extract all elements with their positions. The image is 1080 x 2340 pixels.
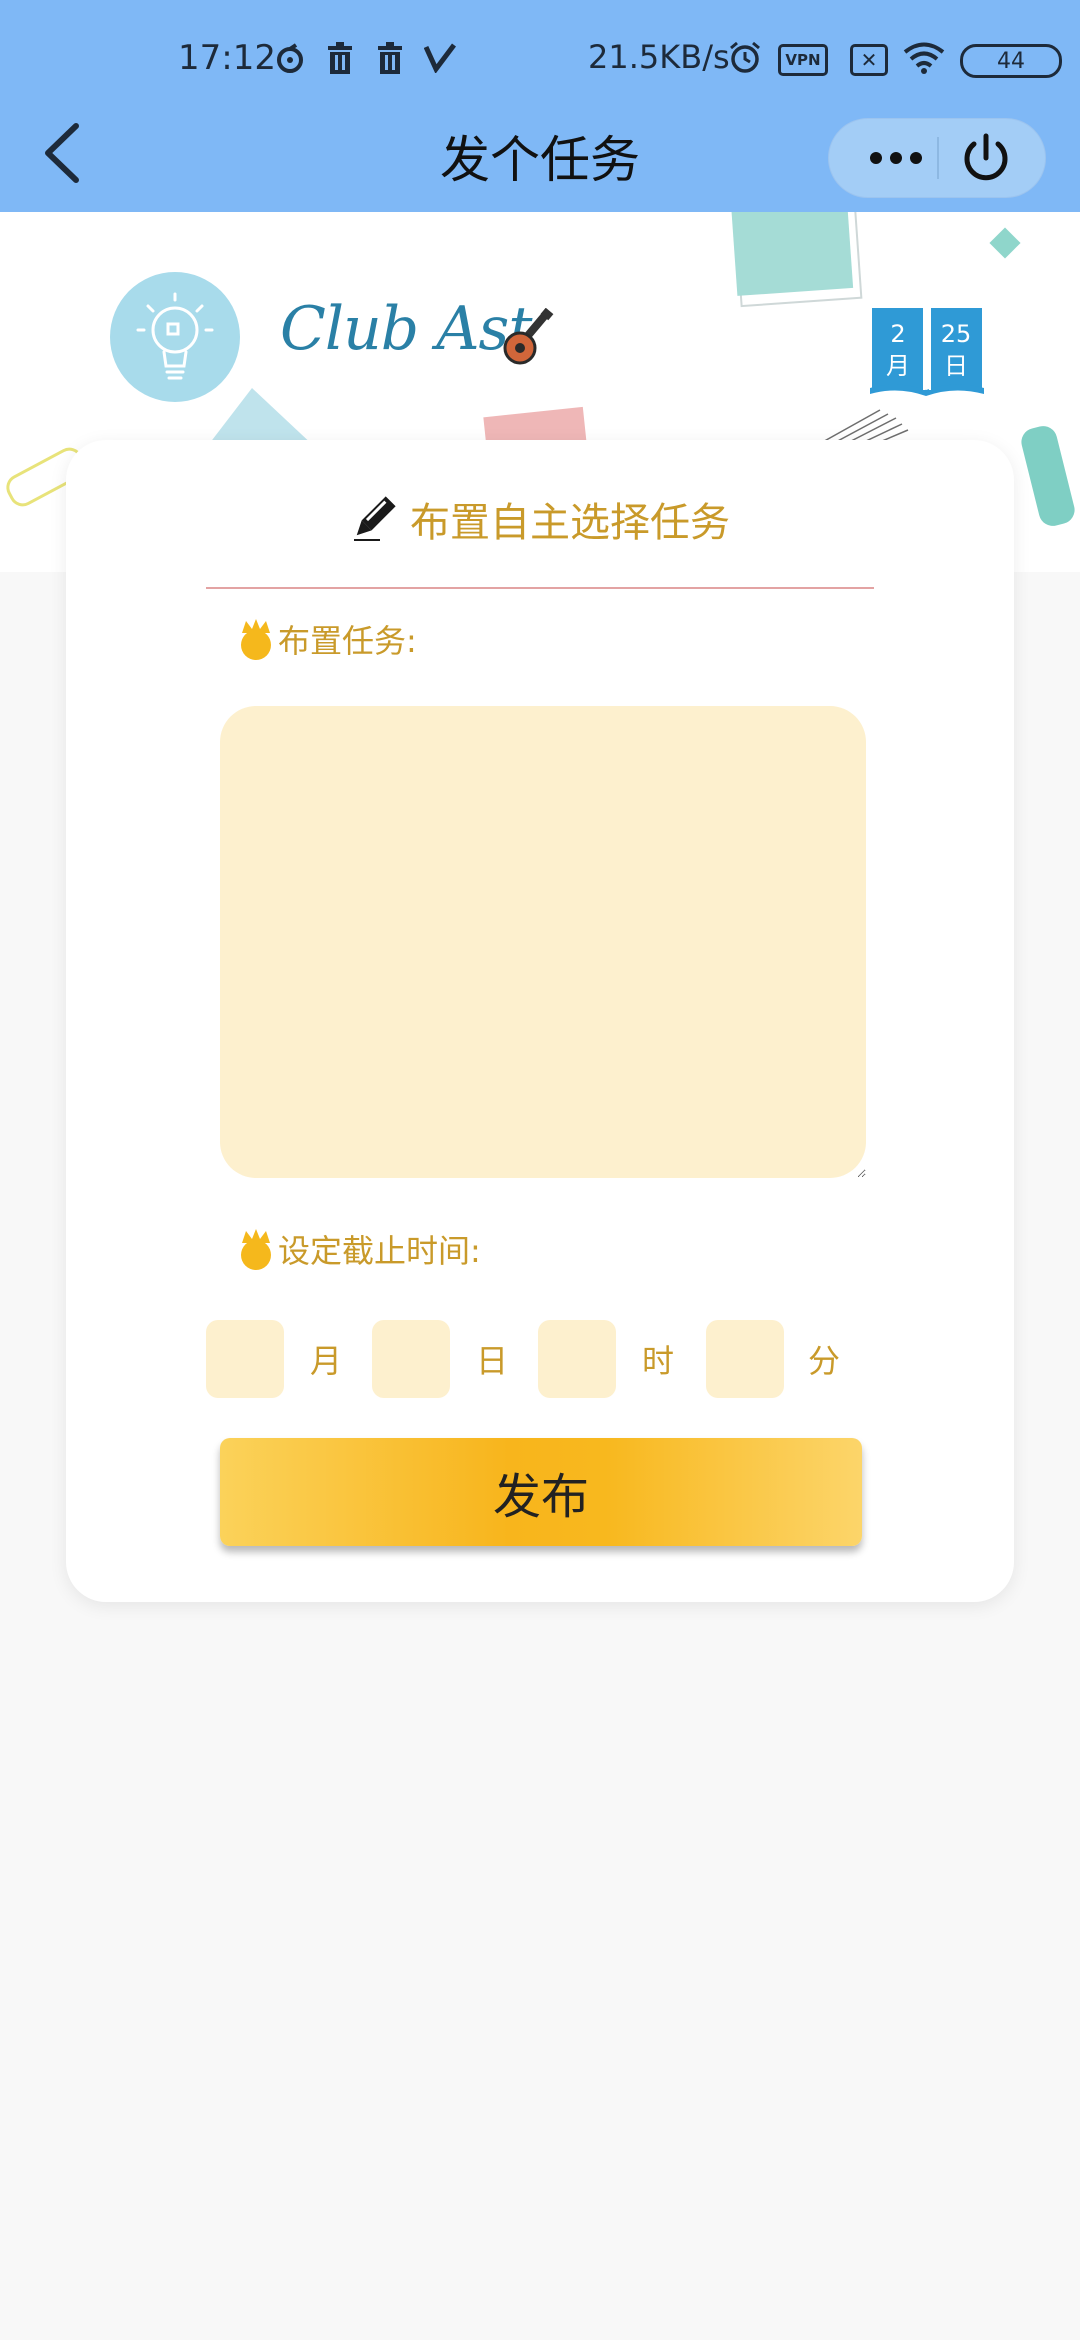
calendar-day: 25 bbox=[941, 320, 972, 348]
vpn-icon: VPN bbox=[778, 44, 828, 76]
crown-icon bbox=[241, 619, 271, 660]
top-bar: 17:12 21.5KB/s VPN ✕ 44 发个任务 bbox=[0, 0, 1080, 212]
day-input[interactable] bbox=[372, 1320, 450, 1398]
sim-off-icon: ✕ bbox=[850, 44, 888, 76]
trash-icon bbox=[322, 40, 358, 76]
miniprogram-capsule bbox=[828, 118, 1046, 198]
battery-icon: 44 bbox=[960, 44, 1062, 78]
deadline-label: 设定截止时间: bbox=[236, 1226, 481, 1272]
alarm-icon bbox=[726, 40, 764, 76]
task-label-text: 布置任务: bbox=[278, 622, 417, 660]
club-logo bbox=[110, 272, 240, 402]
sync-icon bbox=[272, 40, 308, 76]
calendar-month: 2 bbox=[890, 320, 905, 348]
more-dots-icon bbox=[870, 152, 922, 164]
calendar-day-label: 日 bbox=[944, 352, 968, 380]
status-time: 17:12 bbox=[178, 38, 276, 78]
lightbulb-icon bbox=[136, 292, 214, 380]
form-title-text: 布置自主选择任务 bbox=[410, 500, 730, 546]
close-miniprogram-button[interactable] bbox=[955, 127, 1017, 189]
status-bar: 17:12 21.5KB/s VPN ✕ 44 bbox=[0, 0, 1080, 120]
guitar-icon bbox=[503, 308, 554, 365]
decor-diamond-shape bbox=[989, 227, 1021, 259]
more-button[interactable] bbox=[857, 119, 935, 197]
form-title: 布置自主选择任务 bbox=[66, 490, 1014, 548]
task-form-card: 布置自主选择任务 布置任务: 设定截止时间: 月 日 时 分 发布 bbox=[66, 440, 1014, 1602]
wifi-icon bbox=[900, 40, 948, 76]
month-unit: 月 bbox=[310, 1342, 343, 1380]
calendar-month-label: 月 bbox=[886, 352, 910, 380]
publish-button[interactable]: 发布 bbox=[220, 1438, 862, 1546]
v-icon bbox=[422, 40, 458, 76]
decor-paper-shape bbox=[730, 212, 863, 308]
trash-icon bbox=[372, 40, 408, 76]
title-divider bbox=[206, 587, 874, 589]
decor-teal-stick bbox=[1021, 426, 1075, 526]
club-name: Club Ast bbox=[280, 294, 532, 364]
hour-unit: 时 bbox=[642, 1342, 675, 1380]
month-input[interactable] bbox=[206, 1320, 284, 1398]
deadline-inputs: 月 日 时 分 bbox=[206, 1320, 906, 1400]
task-input[interactable] bbox=[220, 706, 866, 1178]
minute-unit: 分 bbox=[808, 1342, 841, 1380]
network-speed: 21.5KB/s bbox=[588, 38, 730, 76]
day-unit: 日 bbox=[476, 1342, 509, 1380]
pencil-icon bbox=[354, 496, 396, 541]
minute-input[interactable] bbox=[706, 1320, 784, 1398]
calendar-book-icon: 2 月 25 日 bbox=[870, 308, 984, 396]
crown-icon bbox=[241, 1229, 271, 1270]
capsule-divider bbox=[937, 137, 939, 179]
hour-input[interactable] bbox=[538, 1320, 616, 1398]
power-icon bbox=[964, 133, 1008, 181]
task-label: 布置任务: bbox=[236, 616, 417, 662]
deadline-label-text: 设定截止时间: bbox=[278, 1232, 481, 1270]
